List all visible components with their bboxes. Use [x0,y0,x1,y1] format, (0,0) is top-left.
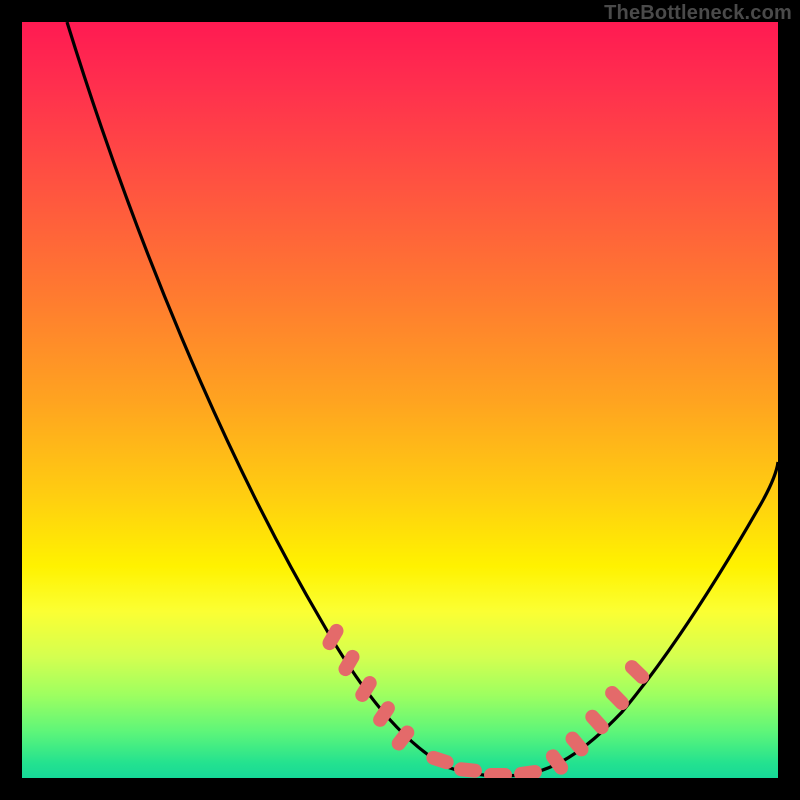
bottleneck-curve [22,22,778,778]
marker-cluster-left [320,621,417,753]
watermark-text: TheBottleneck.com [604,2,792,25]
marker-cluster-right [543,657,652,777]
chart-plot-area [22,22,778,778]
curve-path [67,22,778,776]
chart-frame: TheBottleneck.com [0,0,800,800]
